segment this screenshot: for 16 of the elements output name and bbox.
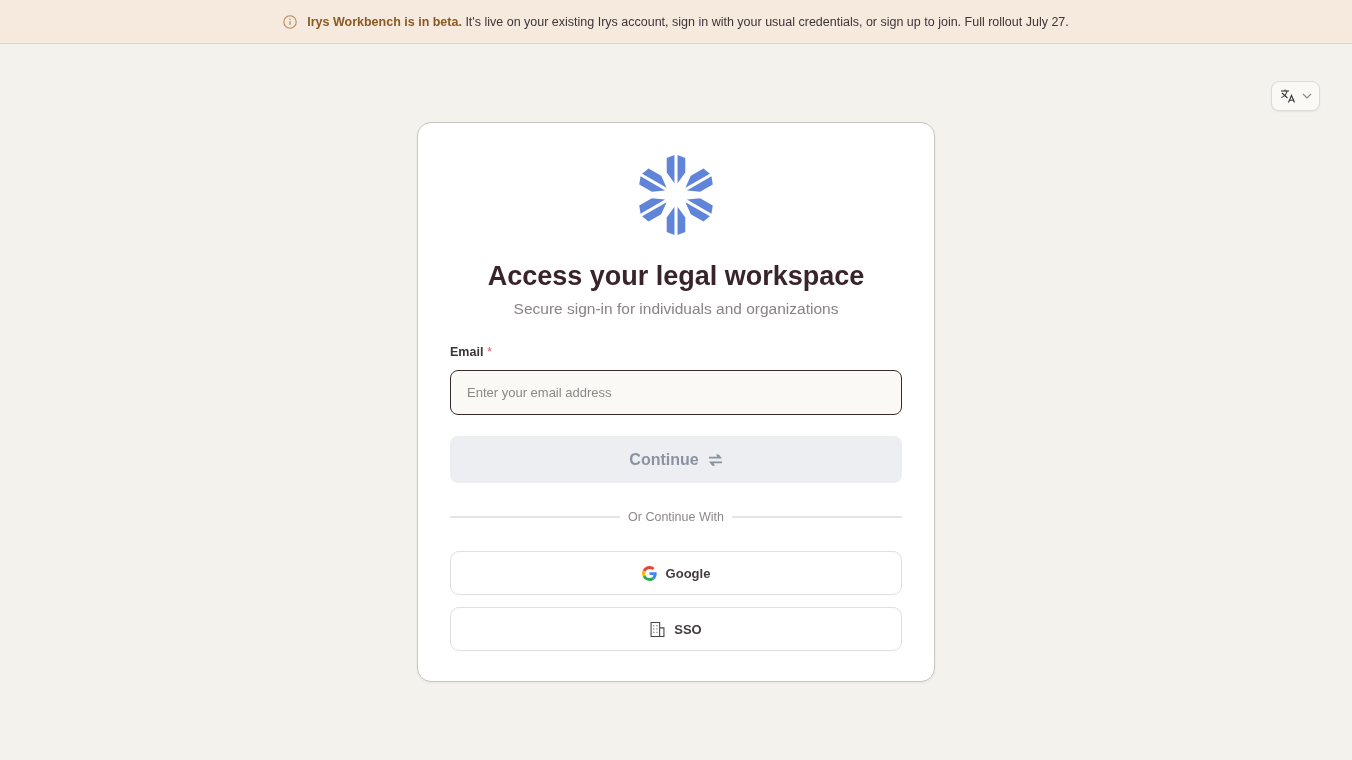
sso-sign-in-button[interactable]: SSO	[450, 607, 902, 651]
google-sign-in-button[interactable]: Google	[450, 551, 902, 595]
translate-icon	[1279, 89, 1296, 103]
info-icon	[283, 14, 298, 29]
email-input[interactable]: Enter your email address	[450, 370, 902, 415]
beta-notice-text: Irys Workbench is in beta. It's live on your existing Irys account, sign in with your usual credentials, or sign up to join. Full rollout July 27.	[307, 14, 1069, 29]
page-subtitle: Secure sign-in for individuals and organizations	[513, 299, 839, 319]
email-label: Email	[450, 344, 484, 360]
required-mark: *	[487, 344, 493, 360]
divider-text: Or Continue With	[628, 509, 724, 525]
language-button[interactable]	[1271, 81, 1320, 111]
google-g-icon	[641, 565, 657, 581]
building-icon	[650, 621, 666, 637]
page-title: Access your legal workspace	[487, 260, 865, 293]
swap-arrows-icon	[707, 452, 723, 467]
chevron-down-icon	[1301, 93, 1312, 99]
